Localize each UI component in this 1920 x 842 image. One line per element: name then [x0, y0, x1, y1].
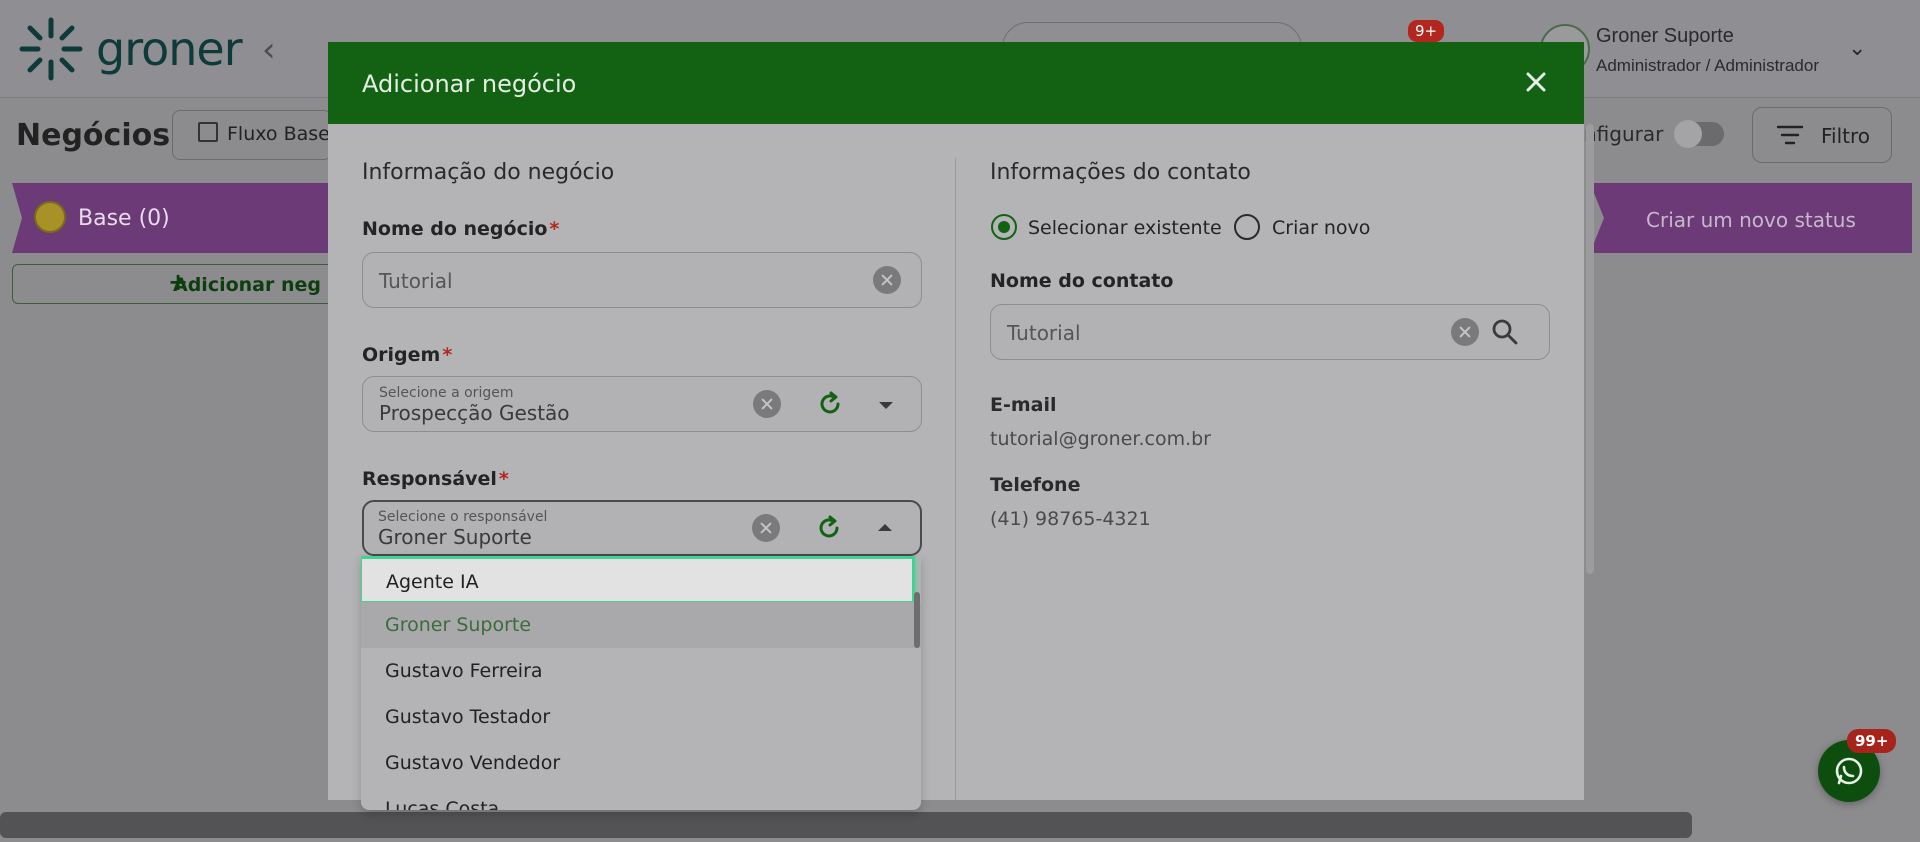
coin-icon [34, 201, 66, 233]
contact-name-value: Tutorial [1007, 321, 1081, 345]
filter-button[interactable]: Filtro [1752, 107, 1892, 163]
configure-label: nfigurar [1584, 122, 1664, 146]
origin-label: Origem * [362, 344, 453, 366]
flow-select-button[interactable]: Fluxo Base [172, 110, 332, 160]
origin-select[interactable]: Selecione a origem Prospecção Gestão [362, 376, 922, 432]
email-value: tutorial@groner.com.br [990, 428, 1211, 450]
modal-scrollbar[interactable] [1586, 124, 1594, 574]
user-role: Administrador / Administrador [1596, 56, 1819, 75]
radio-select-existing[interactable] [991, 214, 1017, 240]
chevron-up-icon[interactable] [878, 524, 892, 531]
status-base-label: Base (0) [78, 206, 170, 231]
responsible-value: Groner Suporte [378, 525, 532, 549]
origin-placeholder: Selecione a origem [379, 385, 514, 401]
dropdown-scrollbar[interactable] [914, 592, 920, 648]
email-label: E-mail [990, 394, 1057, 416]
list-item[interactable]: Groner Suporte [361, 602, 921, 648]
search-icon[interactable] [1491, 318, 1519, 346]
logo-text: groner [96, 22, 243, 76]
responsible-label: Responsável * [362, 468, 509, 490]
clear-icon[interactable] [873, 266, 901, 294]
contact-name-input[interactable]: Tutorial [990, 304, 1550, 360]
create-status-label: Criar um novo status [1646, 208, 1856, 232]
filter-icon [1776, 125, 1804, 145]
logo[interactable]: groner [16, 14, 243, 84]
clear-icon[interactable] [753, 390, 781, 418]
toggle-knob [1674, 120, 1702, 148]
deal-name-value: Tutorial [379, 269, 453, 293]
radio-create-new[interactable] [1234, 214, 1260, 240]
responsible-dropdown: Agente IA Groner Suporte Gustavo Ferreir… [361, 556, 921, 810]
contact-name-label: Nome do contato [990, 270, 1174, 292]
radio-create-new-label[interactable]: Criar novo [1272, 217, 1370, 239]
groner-logo-icon [19, 17, 83, 81]
responsible-placeholder: Selecione o responsável [378, 509, 548, 525]
user-menu-chevron-icon[interactable]: ⌄ [1848, 36, 1866, 61]
chat-badge: 99+ [1847, 729, 1897, 753]
page-title: Negócios [16, 118, 171, 153]
contact-info-title: Informações do contato [990, 160, 1251, 185]
list-item[interactable]: Gustavo Ferreira [361, 648, 921, 694]
chart-icon [198, 122, 218, 142]
clear-icon[interactable] [752, 514, 780, 542]
phone-value: (41) 98765-4321 [990, 508, 1151, 530]
list-item[interactable]: Gustavo Testador [361, 694, 921, 740]
refresh-icon[interactable] [817, 391, 843, 417]
list-item[interactable]: Agente IA [361, 556, 915, 604]
radio-select-existing-label[interactable]: Selecionar existente [1028, 217, 1222, 239]
deal-info-title: Informação do negócio [362, 160, 615, 185]
column-divider [955, 158, 956, 800]
close-icon[interactable] [1518, 64, 1554, 100]
modal-title: Adicionar negócio [362, 70, 577, 98]
deal-name-label: Nome do negócio * [362, 218, 560, 240]
responsible-select[interactable]: Selecione o responsável Groner Suporte [362, 500, 922, 556]
whatsapp-icon [1835, 757, 1863, 785]
list-item[interactable]: Lucas Costa [361, 786, 921, 810]
refresh-icon[interactable] [816, 515, 842, 541]
plus-icon: + [168, 268, 189, 296]
clear-icon[interactable] [1451, 318, 1479, 346]
modal-header: Adicionar negócio [328, 42, 1584, 124]
chevron-down-icon[interactable] [879, 402, 893, 409]
horizontal-scrollbar[interactable] [0, 812, 1692, 838]
user-name: Groner Suporte [1596, 25, 1734, 47]
phone-label: Telefone [990, 474, 1081, 496]
back-chevron-icon[interactable]: ‹ [262, 30, 276, 70]
notification-badge: 9+ [1408, 20, 1445, 42]
list-item[interactable]: Gustavo Vendedor [361, 740, 921, 786]
deal-name-input[interactable]: Tutorial [362, 252, 922, 308]
origin-value: Prospecção Gestão [379, 401, 570, 425]
